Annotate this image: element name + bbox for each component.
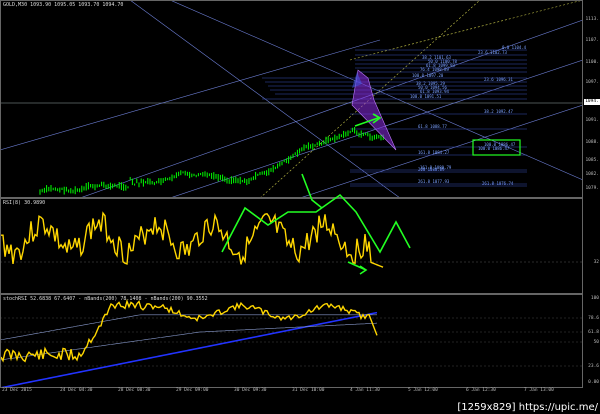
time-tick: 30 Dec 09:30 [234, 388, 267, 393]
time-tick: 23 Dec 2015 [2, 388, 32, 393]
stoch-tick: 78.6 [588, 316, 599, 321]
price-tick: 1107. [585, 38, 599, 43]
stoch-tick: 100 [590, 296, 599, 301]
time-axis: 23 Dec 2015 24 Dec 04:30 28 Dec 08:30 29… [0, 388, 583, 400]
current-price-tag: 1094. [584, 99, 600, 105]
price-tick: 1079. [585, 186, 599, 191]
price-tick: 1091. [585, 118, 599, 123]
stoch-levels [1, 317, 582, 367]
rsi-tick: 32 [593, 260, 599, 265]
fib-level-label: 100.0 1091.51 [410, 94, 442, 99]
time-tick: 31 Dec 10:00 [292, 388, 325, 393]
fib-level-label: 61.8 1088.77 [418, 124, 447, 129]
fib-level-label: 23.6 1096.31 [484, 77, 513, 82]
stoch-tick: 50 [593, 340, 599, 345]
time-tick: 24 Dec 04:30 [60, 388, 93, 393]
fib-level-label: 100.0 1097.20 [412, 73, 444, 78]
fib-level-label: 23.6 1102.73 [478, 50, 507, 55]
price-tick: 1097. [585, 80, 599, 85]
stoch-tick: 61.8 [588, 330, 599, 335]
fib-level-label: 161.8 1084.27 [418, 150, 450, 155]
fib-level-label: 38.2 1092.47 [484, 109, 513, 114]
target-box-label: 100.0 1086.47 [478, 146, 510, 151]
stoch-tick: 23.6 [588, 364, 599, 369]
middle-band-line [1, 322, 378, 361]
price-candles [39, 126, 384, 195]
time-tick: 7 Jan 13:00 [524, 388, 554, 393]
price-tick: 1088. [585, 140, 599, 145]
main-pattern-arrows [301, 113, 382, 209]
upper-band-line [1, 314, 377, 341]
lower-band-line [1, 311, 378, 387]
fib-level-label: 261.8 1077.93 [418, 179, 450, 184]
time-tick: 6 Jan 12:30 [466, 388, 496, 393]
stochrsi-axis: 100 78.6 61.8 50 23.6 0.00 [583, 294, 600, 388]
fib-level-label: 161.8 1080.79 [420, 165, 452, 170]
price-tick: 1100. [585, 60, 599, 65]
time-tick: 28 Dec 08:30 [118, 388, 151, 393]
fib-level-label: 261.8 1076.74 [482, 181, 514, 186]
fibonacci-levels: 0.0 1104.423.6 1102.7338.2 1101.6350.0 1… [262, 45, 527, 187]
time-tick: 4 Jan 11:30 [350, 388, 380, 393]
time-tick: 29 Dec 09:00 [176, 388, 209, 393]
price-tick: 1113. [585, 17, 599, 22]
fib-level-label: 76.4 1098.89 [420, 67, 449, 72]
price-tick: 1085. [585, 158, 599, 163]
rsi-line [1, 211, 384, 268]
watermark: [1259x829] https://upic.me/ [440, 401, 600, 414]
stochrsi-line [1, 299, 378, 363]
rsi-axis: 32 [583, 198, 600, 294]
chart-drawing-layer: 0.0 1104.423.6 1102.7338.2 1101.6350.0 1… [1, 1, 582, 387]
price-tick: 1082. [585, 172, 599, 177]
time-tick: 5 Jan 12:00 [408, 388, 438, 393]
stoch-tick: 0.00 [588, 380, 599, 385]
